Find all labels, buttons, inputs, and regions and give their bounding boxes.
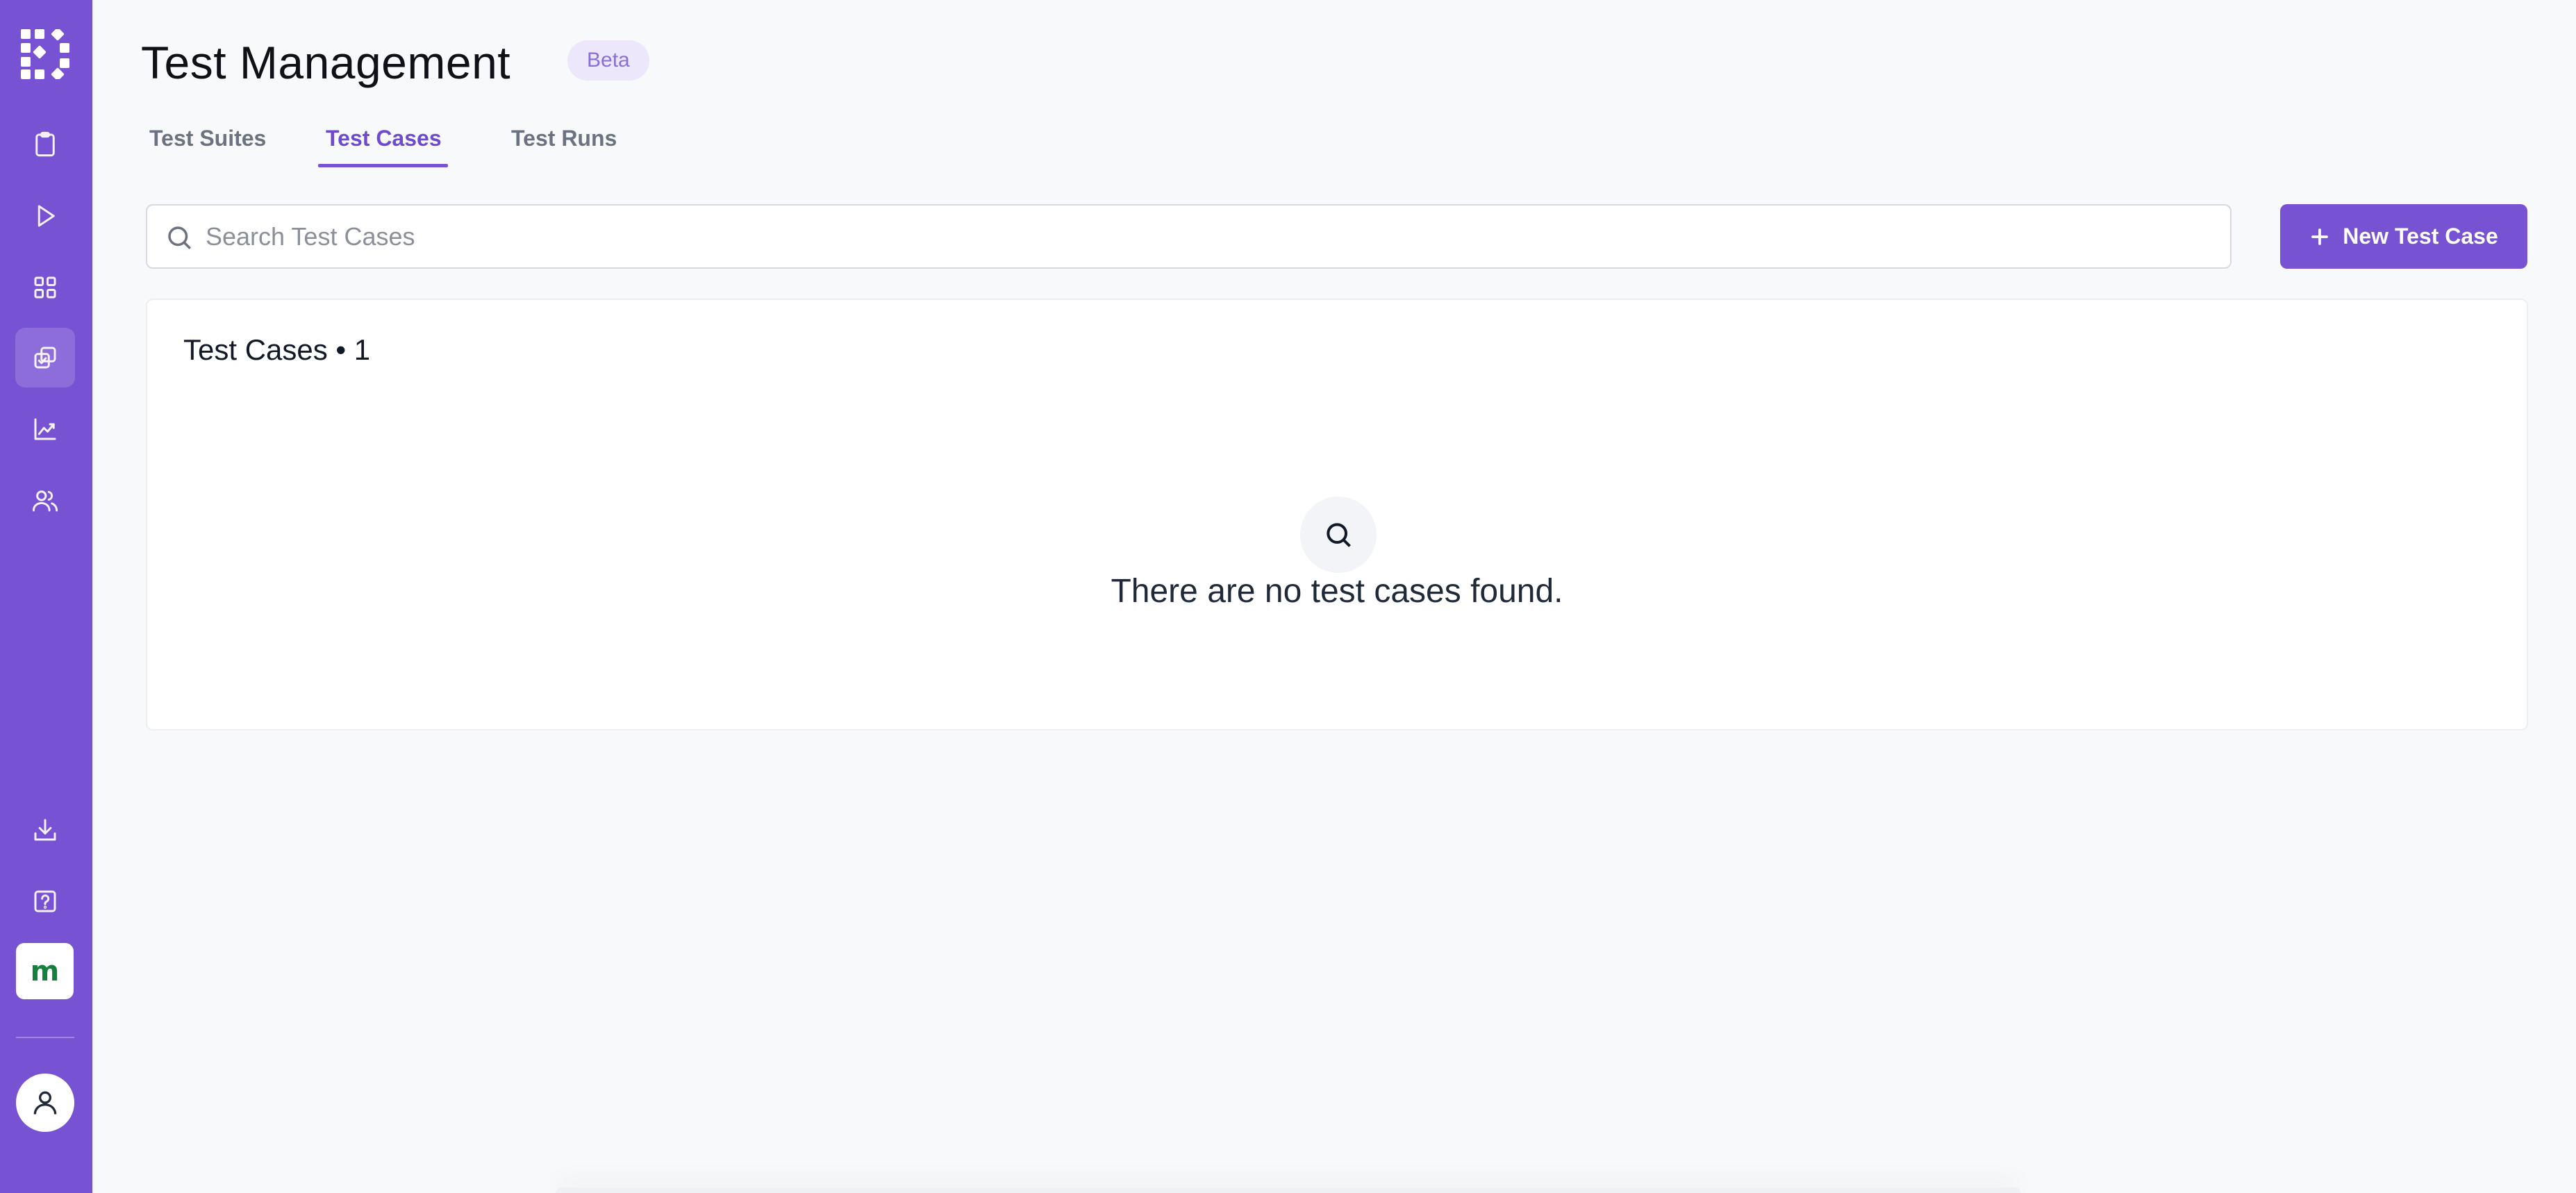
sidebar-divider [16, 1037, 74, 1038]
sidebar-item-users[interactable] [15, 471, 75, 531]
user-avatar[interactable] [16, 1074, 74, 1132]
empty-state-message: There are no test cases found. [1111, 573, 1563, 610]
sidebar-item-play[interactable] [15, 186, 75, 246]
chart-icon [34, 418, 56, 440]
search-icon [1327, 523, 1351, 547]
search-icon [168, 226, 191, 249]
play-icon [38, 205, 55, 227]
plus-icon [2311, 228, 2329, 245]
bottom-panel-edge [556, 1187, 2021, 1193]
tab-test-runs[interactable]: Test Runs [511, 122, 617, 169]
search-input[interactable] [206, 206, 2206, 267]
active-tab-indicator [318, 164, 448, 167]
help-icon [34, 890, 56, 912]
test-cases-count-title: Test Cases • 1 [183, 333, 371, 366]
new-test-case-button[interactable]: New Test Case [2280, 204, 2527, 269]
sidebar-item-clipboard[interactable] [15, 115, 75, 174]
download-icon [34, 819, 56, 841]
empty-state-icon-wrapper [1300, 497, 1377, 573]
tab-test-cases[interactable]: Test Cases [326, 122, 442, 169]
users-icon [32, 490, 58, 512]
test-management-icon [34, 347, 56, 369]
sidebar-item-help[interactable] [15, 871, 75, 931]
new-test-case-label: New Test Case [2343, 224, 2498, 249]
tab-test-suites[interactable]: Test Suites [149, 122, 266, 169]
sidebar-item-download[interactable] [15, 800, 75, 860]
beta-badge: Beta [567, 40, 649, 81]
app-logo-icon[interactable] [21, 29, 71, 79]
sidebar-item-grid[interactable] [15, 258, 75, 317]
workspace-switcher[interactable]: m [16, 943, 74, 999]
sidebar-item-test-management[interactable] [15, 328, 75, 387]
search-box [146, 204, 2232, 269]
test-cases-card: Test Cases • 1 There are no test cases f… [146, 299, 2528, 731]
grid-icon [34, 276, 56, 299]
page-title: Test Management [141, 37, 511, 88]
clipboard-icon [35, 131, 55, 157]
user-icon [33, 1091, 57, 1115]
sidebar-item-analytics[interactable] [15, 399, 75, 459]
sidebar: m [0, 0, 92, 1193]
